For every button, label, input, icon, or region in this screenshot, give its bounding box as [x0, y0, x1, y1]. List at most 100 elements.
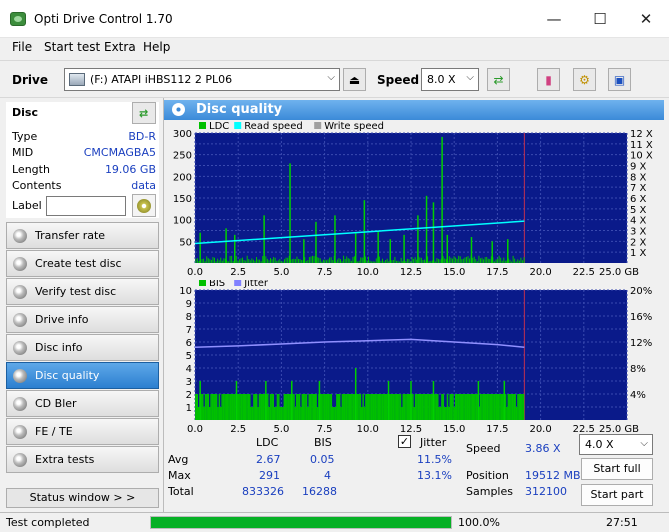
legend-swatch [234, 122, 242, 129]
jitter-label: Jitter [420, 436, 447, 449]
minimize-button[interactable]: — [531, 0, 577, 38]
floppy-disk-icon: ▣ [613, 72, 626, 87]
create-test-disc-button[interactable]: Create test disc [6, 250, 159, 277]
y-tick-label-left: 9 [186, 299, 192, 310]
disc-info-label: Disc info [35, 341, 83, 354]
fe-te-button[interactable]: FE / TE [6, 418, 159, 445]
test-speed-select[interactable]: 4.0 X ⌵ [579, 434, 653, 455]
speed-select[interactable]: 8.0 X ⌵ [421, 68, 479, 91]
disc-info-button[interactable]: Disc info [6, 334, 159, 361]
menu-help[interactable]: Help [143, 40, 170, 54]
x-tick-label: 20.0 [529, 424, 551, 432]
y-tick-label-left: 250 [173, 151, 192, 162]
verify-test-disc-button[interactable]: Verify test disc [6, 278, 159, 305]
transfer-rate-button[interactable]: Transfer rate [6, 222, 159, 249]
disc-contents-row: Contents data [12, 179, 156, 195]
x-tick-label: 25.0 GB [599, 424, 639, 432]
x-tick-label: 17.5 [486, 424, 508, 432]
drive-value: (F:) ATAPI iHBS112 2 PL06 [90, 73, 233, 86]
disc-length-value: 19.06 GB [104, 163, 156, 176]
settings-button[interactable]: ⚙ [573, 68, 596, 91]
drive-info-label: Drive info [35, 313, 89, 326]
disc-header-title: Disc [12, 106, 38, 119]
y-tick-label-left: 5 [186, 351, 192, 362]
panel-title: Disc quality [196, 102, 283, 117]
progress-bar [150, 516, 452, 529]
samples-label: Samples [466, 485, 513, 498]
x-tick-label: 25.0 GB [599, 267, 639, 278]
app-icon [10, 12, 26, 26]
toolbar: Drive (F:) ATAPI iHBS112 2 PL06 ⌵ ⏏ Spee… [0, 60, 669, 98]
cd-bler-button[interactable]: CD Bler [6, 390, 159, 417]
eject-button[interactable]: ⏏ [343, 68, 366, 91]
disc-mid-row: MID CMCMAGBA5 [12, 146, 156, 162]
save-button[interactable]: ▣ [608, 68, 631, 91]
y-tick-label-right: 2 X [630, 237, 647, 248]
y-tick-label-right: 1 X [630, 248, 647, 259]
test-speed-value: 4.0 X [585, 438, 614, 451]
total-ldc: 833326 [242, 485, 284, 498]
erase-button[interactable]: ▮ [537, 68, 560, 91]
disc-icon [137, 198, 151, 213]
legend-swatch [314, 122, 322, 129]
y-tick-label-right: 12% [630, 338, 652, 349]
disc-quality-panel: Disc quality 0.0 2.5 5.0 7.5 10.0 12.5 15.0 17.… [163, 98, 664, 512]
disc-length-row: Length 19.06 GB [12, 163, 156, 179]
maximize-button[interactable]: ☐ [577, 0, 623, 38]
refresh-arrows-icon: ⇄ [493, 72, 504, 87]
x-tick-label: 7.5 [317, 424, 333, 432]
fe-te-label: FE / TE [35, 425, 73, 438]
disc-icon [13, 425, 27, 439]
stats-panel: LDC BIS ✓ Jitter Avg 2.67 0.05 11.5% Max… [164, 432, 664, 512]
chevron-down-icon: ⌵ [466, 72, 474, 83]
speed-stat-value: 3.86 X [525, 442, 561, 455]
disc-icon [13, 257, 27, 271]
disc-icon [13, 285, 27, 299]
y-tick-label-left: 100 [173, 216, 192, 227]
x-tick-label: 0.0 [187, 267, 203, 278]
disc-quality-button[interactable]: Disc quality [6, 362, 159, 389]
y-tick-label-right: 12 X [630, 129, 653, 140]
avg-ldc: 2.67 [256, 453, 281, 466]
drive-info-button[interactable]: Drive info [6, 306, 159, 333]
disc-icon [13, 397, 27, 411]
y-tick-label-right: 8 X [630, 172, 647, 183]
x-tick-label: 17.5 [486, 267, 508, 278]
start-part-button[interactable]: Start part [581, 484, 653, 506]
close-button[interactable]: ✕ [623, 0, 669, 38]
y-tick-label-left: 8 [186, 312, 192, 323]
x-tick-label: 5.0 [273, 267, 289, 278]
start-full-button[interactable]: Start full [581, 458, 653, 480]
x-tick-label: 2.5 [230, 424, 246, 432]
extra-tests-label: Extra tests [35, 453, 95, 466]
disc-label-button[interactable] [132, 194, 156, 217]
y-tick-label-right: 20% [630, 286, 652, 297]
x-tick-label: 15.0 [443, 267, 465, 278]
gears-icon: ⚙ [579, 72, 590, 87]
extra-tests-button[interactable]: Extra tests [6, 446, 159, 473]
refresh-button[interactable]: ⇄ [487, 68, 510, 91]
window-title: Opti Drive Control 1.70 [34, 12, 173, 26]
menu-file[interactable]: File [12, 40, 32, 54]
x-tick-label: 22.5 [573, 424, 595, 432]
jitter-checkbox[interactable]: ✓ [398, 435, 411, 448]
menu-start-test[interactable]: Start test [44, 40, 100, 54]
max-jitter: 13.1% [417, 469, 452, 482]
legend-swatch [199, 122, 206, 129]
disc-label-input[interactable] [46, 196, 126, 216]
x-tick-label: 7.5 [317, 267, 333, 278]
disc-length-label: Length [12, 163, 50, 176]
disc-refresh-button[interactable]: ⇄ [132, 102, 156, 124]
menu-extra[interactable]: Extra [104, 40, 136, 54]
y-tick-label-left: 200 [173, 172, 192, 183]
legend-label: BIS [209, 280, 225, 289]
menu-bar: File Start test Extra Help [0, 38, 669, 58]
disc-icon [13, 369, 27, 383]
x-tick-label: 22.5 [573, 267, 595, 278]
total-label: Total [168, 485, 194, 498]
drive-select[interactable]: (F:) ATAPI iHBS112 2 PL06 ⌵ [64, 68, 340, 91]
ldc-chart: 0.0 2.5 5.0 7.5 10.0 12.5 15.0 17.5 20.0 22.5 25.0… [173, 121, 653, 278]
total-bis: 16288 [302, 485, 337, 498]
status-window-button[interactable]: Status window > > [6, 488, 159, 508]
legend-label: Read speed [244, 121, 303, 132]
